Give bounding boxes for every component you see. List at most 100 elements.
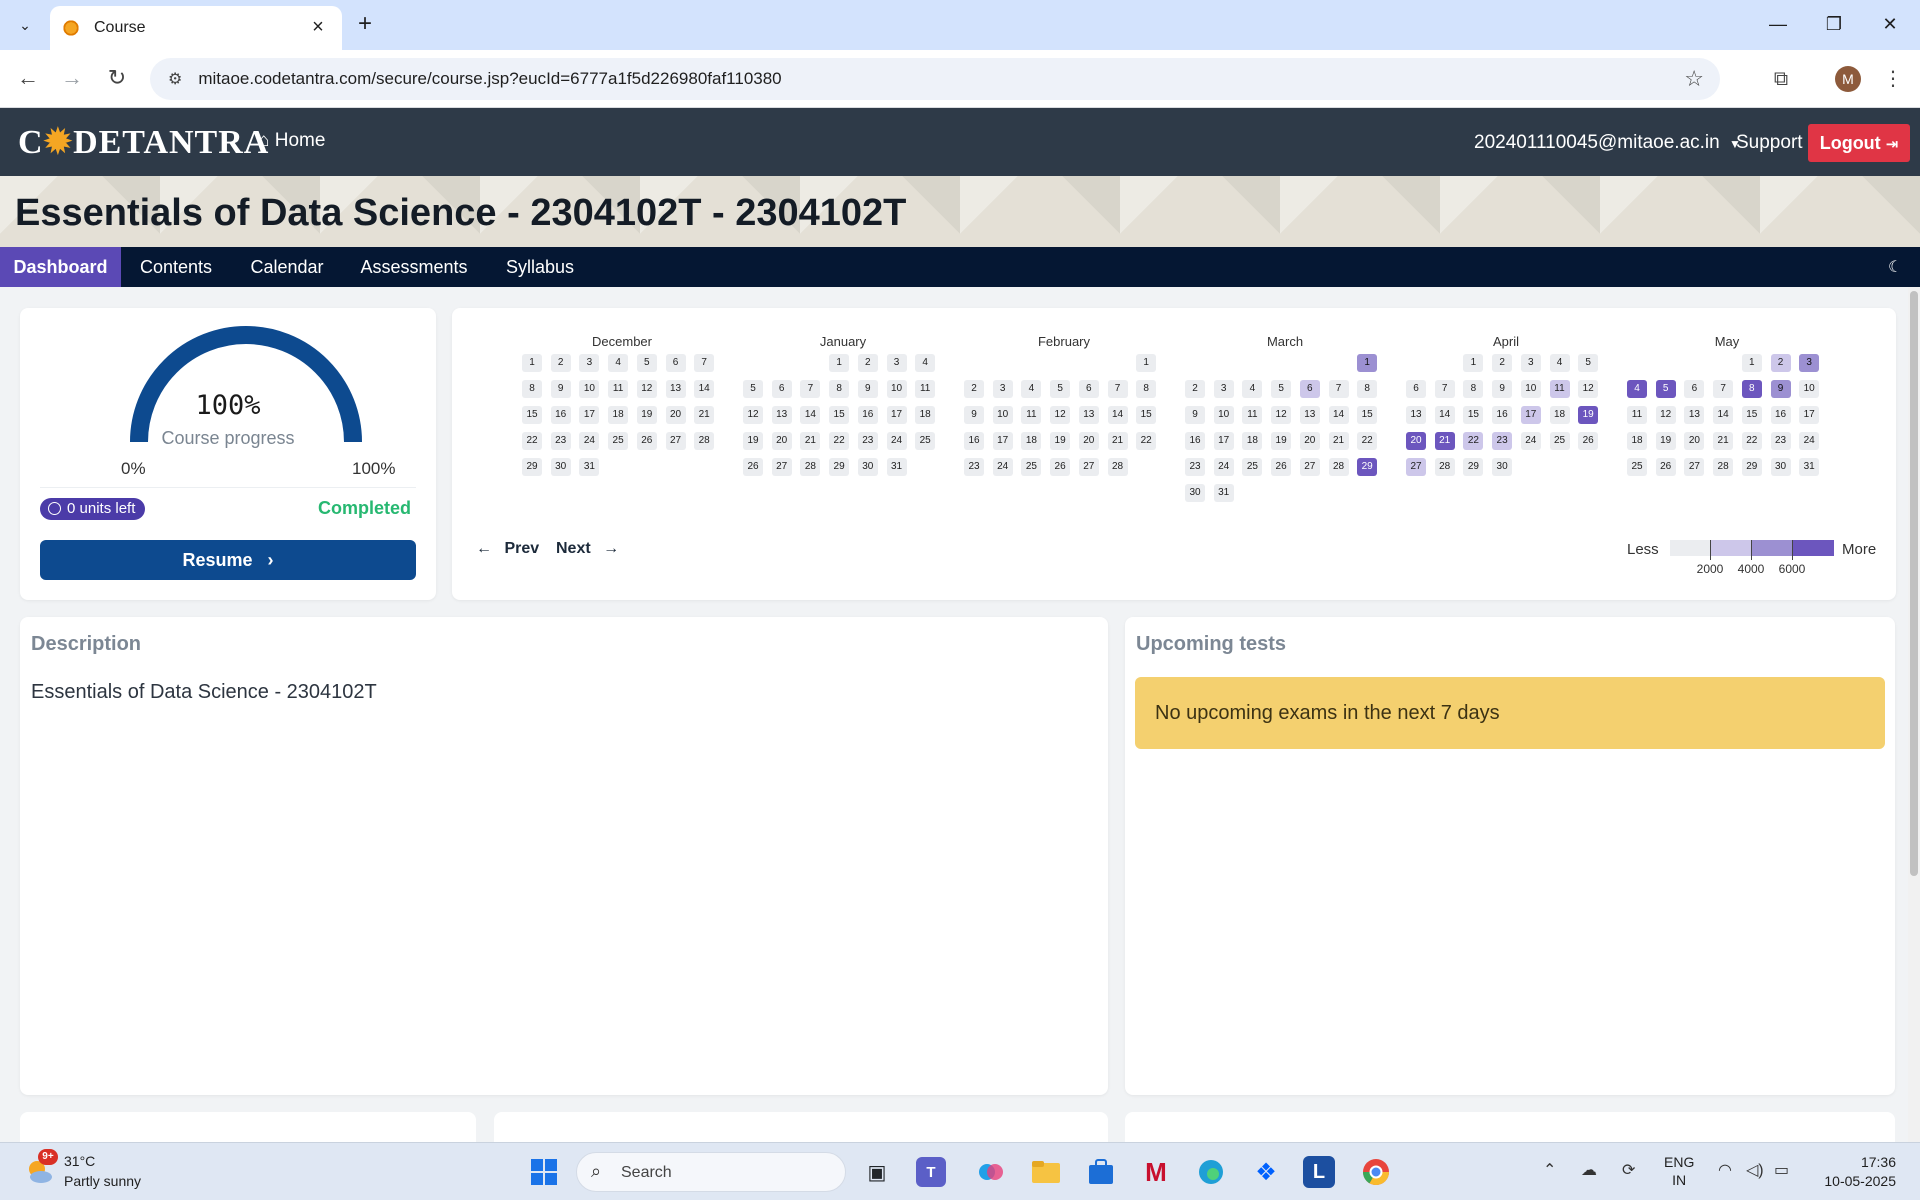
calendar-day[interactable]: 13 bbox=[1299, 406, 1320, 424]
calendar-day[interactable]: 6 bbox=[1684, 380, 1705, 398]
calendar-day[interactable]: 2 bbox=[1770, 354, 1791, 372]
calendar-day[interactable]: 9 bbox=[857, 380, 878, 398]
calendar-day[interactable]: 14 bbox=[1328, 406, 1349, 424]
calendar-day[interactable]: 24 bbox=[992, 458, 1013, 476]
calendar-day[interactable]: 4 bbox=[915, 354, 936, 372]
calendar-day[interactable]: 26 bbox=[1578, 432, 1599, 450]
reload-icon[interactable]: ↻ bbox=[101, 63, 133, 95]
calendar-day[interactable]: 24 bbox=[1213, 458, 1234, 476]
calendar-day[interactable]: 1 bbox=[1741, 354, 1762, 372]
calendar-day[interactable]: 7 bbox=[1434, 380, 1455, 398]
calendar-day[interactable]: 6 bbox=[1078, 380, 1099, 398]
calendar-day[interactable]: 29 bbox=[1357, 458, 1378, 476]
calendar-day[interactable]: 12 bbox=[1655, 406, 1676, 424]
minimize-icon[interactable]: — bbox=[1750, 6, 1806, 42]
calendar-day[interactable]: 12 bbox=[1271, 406, 1292, 424]
extensions-icon[interactable]: ⧉ bbox=[1765, 63, 1797, 95]
calendar-day[interactable]: 1 bbox=[1463, 354, 1484, 372]
calendar-day[interactable]: 22 bbox=[829, 432, 850, 450]
calendar-day[interactable]: 18 bbox=[1021, 432, 1042, 450]
address-bar[interactable]: ⚙ mitaoe.codetantra.com/secure/course.js… bbox=[150, 58, 1720, 100]
calendar-day[interactable]: 6 bbox=[1406, 380, 1426, 398]
calendar-day[interactable]: 21 bbox=[1107, 432, 1128, 450]
calendar-day[interactable]: 16 bbox=[550, 406, 571, 424]
weather-description[interactable]: Partly sunny bbox=[64, 1173, 141, 1189]
calendar-day[interactable]: 4 bbox=[1021, 380, 1042, 398]
calendar-day[interactable]: 3 bbox=[1213, 380, 1234, 398]
calendar-day[interactable]: 30 bbox=[1770, 458, 1791, 476]
mcafee-icon[interactable]: M bbox=[1137, 1153, 1175, 1191]
calendar-day[interactable]: 27 bbox=[1299, 458, 1320, 476]
page-scrollbar[interactable] bbox=[1908, 287, 1920, 1142]
calendar-day[interactable]: 7 bbox=[1107, 380, 1128, 398]
calendar-day[interactable]: 22 bbox=[1741, 432, 1762, 450]
calendar-day[interactable]: 14 bbox=[1434, 406, 1455, 424]
weather-temperature[interactable]: 31°C bbox=[64, 1153, 95, 1169]
calendar-day[interactable]: 4 bbox=[608, 354, 629, 372]
logout-button[interactable]: Logout ⇥ bbox=[1808, 124, 1910, 162]
calendar-day[interactable]: 11 bbox=[1242, 406, 1263, 424]
calendar-day[interactable]: 15 bbox=[829, 406, 850, 424]
calendar-day[interactable]: 2 bbox=[1492, 354, 1513, 372]
show-hidden-icons-chevron-up-icon[interactable]: ⌃ bbox=[1543, 1160, 1556, 1180]
calendar-day[interactable]: 29 bbox=[522, 458, 542, 476]
calendar-day[interactable]: 8 bbox=[1357, 380, 1378, 398]
calendar-day[interactable]: 10 bbox=[1799, 380, 1820, 398]
calendar-day[interactable]: 4 bbox=[1242, 380, 1263, 398]
profile-avatar[interactable]: M bbox=[1835, 66, 1861, 92]
teams-icon[interactable]: T bbox=[916, 1157, 946, 1187]
tab-syllabus[interactable]: Syllabus bbox=[495, 247, 585, 287]
chrome-icon[interactable] bbox=[1357, 1153, 1395, 1191]
user-menu-dropdown[interactable]: 202401110045@mitaoe.ac.in ▼ bbox=[1474, 132, 1741, 154]
calendar-day[interactable]: 29 bbox=[1741, 458, 1762, 476]
calendar-day[interactable]: 19 bbox=[1655, 432, 1676, 450]
calendar-day[interactable]: 29 bbox=[1463, 458, 1484, 476]
support-link[interactable]: Support bbox=[1736, 132, 1803, 154]
system-clock[interactable]: 17:36 10-05-2025 bbox=[1800, 1153, 1896, 1191]
calendar-day[interactable]: 21 bbox=[1434, 432, 1455, 450]
calendar-day[interactable]: 14 bbox=[1107, 406, 1128, 424]
calendar-day[interactable]: 3 bbox=[579, 354, 600, 372]
calendar-day[interactable]: 23 bbox=[1492, 432, 1513, 450]
calendar-day[interactable]: 19 bbox=[636, 406, 657, 424]
dark-mode-moon-icon[interactable]: ☾ bbox=[1888, 257, 1908, 277]
calendar-day[interactable]: 10 bbox=[886, 380, 907, 398]
calendar-day[interactable]: 16 bbox=[964, 432, 984, 450]
calendar-day[interactable]: 18 bbox=[608, 406, 629, 424]
tab-contents[interactable]: Contents bbox=[131, 247, 221, 287]
calendar-day[interactable]: 15 bbox=[1463, 406, 1484, 424]
calendar-next-button[interactable]: Next → bbox=[556, 540, 619, 558]
calendar-day[interactable]: 6 bbox=[1299, 380, 1320, 398]
calendar-day[interactable]: 13 bbox=[1078, 406, 1099, 424]
calendar-day[interactable]: 1 bbox=[1357, 354, 1378, 372]
calendar-day[interactable]: 23 bbox=[857, 432, 878, 450]
tab-dashboard[interactable]: Dashboard bbox=[0, 247, 121, 287]
calendar-day[interactable]: 15 bbox=[1136, 406, 1157, 424]
calendar-day[interactable]: 31 bbox=[579, 458, 600, 476]
calendar-day[interactable]: 10 bbox=[1520, 380, 1541, 398]
calendar-day[interactable]: 31 bbox=[886, 458, 907, 476]
calendar-day[interactable]: 1 bbox=[522, 354, 542, 372]
calendar-day[interactable]: 31 bbox=[1213, 484, 1234, 502]
calendar-day[interactable]: 2 bbox=[550, 354, 571, 372]
calendar-prev-button[interactable]: ← Prev bbox=[476, 540, 539, 558]
calendar-day[interactable]: 8 bbox=[1741, 380, 1762, 398]
calendar-day[interactable]: 18 bbox=[1627, 432, 1647, 450]
calendar-day[interactable]: 16 bbox=[857, 406, 878, 424]
calendar-day[interactable]: 15 bbox=[1741, 406, 1762, 424]
calendar-day[interactable]: 7 bbox=[800, 380, 821, 398]
resume-button[interactable]: Resume › bbox=[40, 540, 416, 580]
calendar-day[interactable]: 25 bbox=[608, 432, 629, 450]
calendar-day[interactable]: 26 bbox=[1271, 458, 1292, 476]
microsoft-store-icon[interactable] bbox=[1082, 1153, 1120, 1191]
calendar-day[interactable]: 28 bbox=[800, 458, 821, 476]
calendar-day[interactable]: 22 bbox=[1357, 432, 1378, 450]
calendar-day[interactable]: 6 bbox=[771, 380, 792, 398]
taskbar-search-box[interactable]: ⌕ Search bbox=[576, 1152, 846, 1192]
calendar-day[interactable]: 22 bbox=[522, 432, 542, 450]
calendar-day[interactable]: 15 bbox=[1357, 406, 1378, 424]
calendar-day[interactable]: 17 bbox=[1520, 406, 1541, 424]
calendar-day[interactable]: 24 bbox=[1520, 432, 1541, 450]
calendar-day[interactable]: 25 bbox=[1021, 458, 1042, 476]
onedrive-icon[interactable]: ☁ bbox=[1581, 1160, 1597, 1180]
